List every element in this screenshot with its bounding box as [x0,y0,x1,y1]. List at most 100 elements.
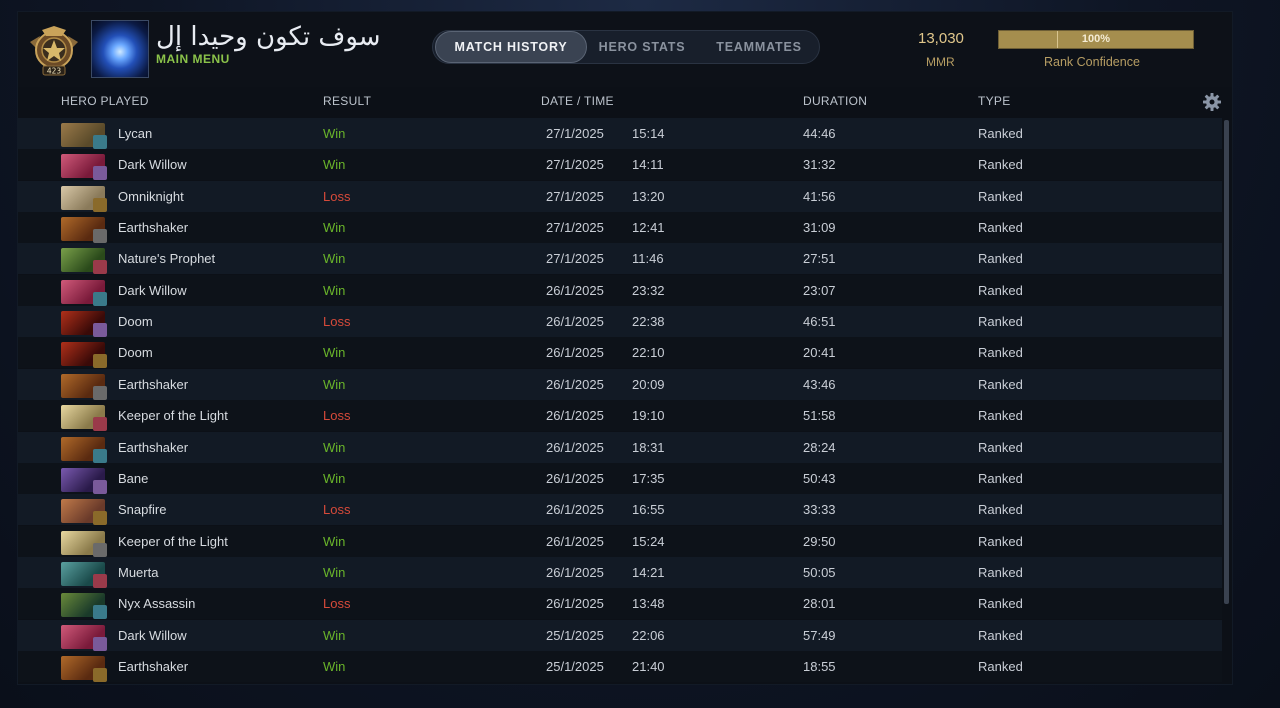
match-result: Loss [323,596,351,612]
table-row[interactable]: Dark Willow Win 26/1/2025 23:32 23:07 Ranked [18,274,1222,306]
match-type: Ranked [978,627,1023,643]
match-duration: 33:33 [803,502,836,518]
hero-name: Doom [118,314,153,330]
match-type: Ranked [978,658,1023,674]
match-time: 12:41 [632,220,665,236]
position-badge-icon [93,166,107,181]
match-type: Ranked [978,470,1023,486]
table-row[interactable]: Earthshaker Win 25/1/2025 21:40 18:55 Ranked [18,650,1222,682]
profile-header: 423 سوف تكون وحيدا إل MAIN MENU MATCH HI… [18,12,1232,87]
table-row[interactable]: Lycan Win 27/1/2025 15:14 44:46 Ranked [18,118,1222,149]
tab-teammates[interactable]: TEAMMATES [703,31,815,63]
table-row[interactable]: Nature's Prophet Win 27/1/2025 11:46 27:51 Ra… [18,243,1222,275]
table-row[interactable]: Omniknight Loss 27/1/2025 13:20 41:56 Ranked [18,180,1222,212]
match-type: Ranked [978,533,1023,549]
tab-hero-stats[interactable]: HERO STATS [589,31,695,63]
rank-confidence-bar: 100% [998,30,1194,49]
rank-number: 423 [47,67,62,76]
match-type: Ranked [978,376,1023,392]
rank-confidence-label: Rank Confidence [1044,55,1140,69]
match-time: 19:10 [632,408,665,424]
table-row[interactable]: Keeper of the Light Win 26/1/2025 15:24 29:5… [18,525,1222,557]
table-row[interactable]: Dark Willow Win 27/1/2025 14:11 31:32 Ranked [18,149,1222,181]
match-duration: 31:32 [803,157,836,173]
match-result: Win [323,376,346,392]
table-row[interactable]: Muerta Win 26/1/2025 14:21 50:05 Ranked [18,556,1222,588]
match-type: Ranked [978,564,1023,580]
position-badge-icon [93,260,107,275]
hero-name: Doom [118,345,153,361]
gear-icon[interactable] [1202,92,1222,112]
match-date: 26/1/2025 [546,314,604,330]
hero-name: Keeper of the Light [118,533,228,549]
column-header-hero[interactable]: HERO PLAYED [61,94,149,108]
match-duration: 31:09 [803,220,836,236]
match-result: Loss [323,502,351,518]
match-type: Ranked [978,126,1023,141]
match-date: 26/1/2025 [546,376,604,392]
match-date: 25/1/2025 [546,627,604,643]
hero-name: Dark Willow [118,627,187,643]
tab-match-history[interactable]: MATCH HISTORY [435,31,587,63]
match-date: 26/1/2025 [546,345,604,361]
match-result: Win [323,627,346,643]
match-type: Ranked [978,220,1023,236]
match-type: Ranked [978,314,1023,330]
column-header-type[interactable]: TYPE [978,94,1011,108]
table-row[interactable]: Earthshaker Win 26/1/2025 18:31 28:24 Ranked [18,431,1222,463]
position-badge-icon [93,542,107,557]
table-row[interactable]: Doom Win 26/1/2025 22:10 20:41 Ranked [18,337,1222,369]
table-row[interactable]: Earthshaker Win 26/1/2025 20:09 43:46 Ranked [18,368,1222,400]
table-row[interactable]: Nyx Assassin Loss 26/1/2025 13:48 28:01 Ranke… [18,588,1222,620]
column-header-datetime[interactable]: DATE / TIME [541,94,614,108]
table-row[interactable]: Dark Willow Win 25/1/2025 22:06 57:49 Ranked [18,619,1222,651]
match-duration: 23:07 [803,282,836,298]
hero-name: Omniknight [118,188,184,204]
table-row[interactable]: Earthshaker Win 27/1/2025 12:41 31:09 Ranked [18,212,1222,244]
match-time: 20:09 [632,376,665,392]
main-menu-link[interactable]: MAIN MENU [156,52,230,66]
hero-name: Lycan [118,126,153,141]
position-badge-icon [93,448,107,463]
table-row[interactable]: Keeper of the Light Loss 26/1/2025 19:10 51:… [18,400,1222,432]
match-time: 23:32 [632,282,665,298]
match-type: Ranked [978,188,1023,204]
match-date: 26/1/2025 [546,439,604,455]
column-header-duration[interactable]: DURATION [803,94,867,108]
match-type: Ranked [978,345,1023,361]
position-badge-icon [93,605,107,620]
match-duration: 27:51 [803,251,836,267]
match-history-panel: 423 سوف تكون وحيدا إل MAIN MENU MATCH HI… [18,12,1232,684]
rank-confidence-value: 100% [1081,33,1111,45]
match-type: Ranked [978,157,1023,173]
rank-medal-icon: 423 [30,26,78,76]
position-badge-icon [93,354,107,369]
match-time: 13:20 [632,188,665,204]
match-duration: 20:41 [803,345,836,361]
position-badge-icon [93,667,107,682]
match-date: 26/1/2025 [546,408,604,424]
match-time: 15:24 [632,533,665,549]
table-row[interactable]: Bane Win 26/1/2025 17:35 50:43 Ranked [18,462,1222,494]
table-row[interactable]: Doom Loss 26/1/2025 22:38 46:51 Ranked [18,306,1222,338]
match-time: 18:31 [632,439,665,455]
hero-name: Earthshaker [118,220,189,236]
position-badge-icon [93,573,107,588]
position-badge-icon [93,385,107,400]
position-badge-icon [93,636,107,651]
match-duration: 43:46 [803,376,836,392]
mmr-label: MMR [926,55,955,69]
match-result: Loss [323,408,351,424]
match-date: 26/1/2025 [546,533,604,549]
scrollbar[interactable] [1224,120,1229,604]
match-result: Loss [323,314,351,330]
match-time: 14:21 [632,564,665,580]
avatar[interactable] [91,20,149,78]
position-badge-icon [93,197,107,212]
table-row[interactable]: Snapfire Loss 26/1/2025 16:55 33:33 Ranked [18,494,1222,526]
column-header-result[interactable]: RESULT [323,94,371,108]
position-badge-icon [93,479,107,494]
hero-name: Bane [118,470,149,486]
match-date: 27/1/2025 [546,126,604,141]
match-date: 27/1/2025 [546,157,604,173]
